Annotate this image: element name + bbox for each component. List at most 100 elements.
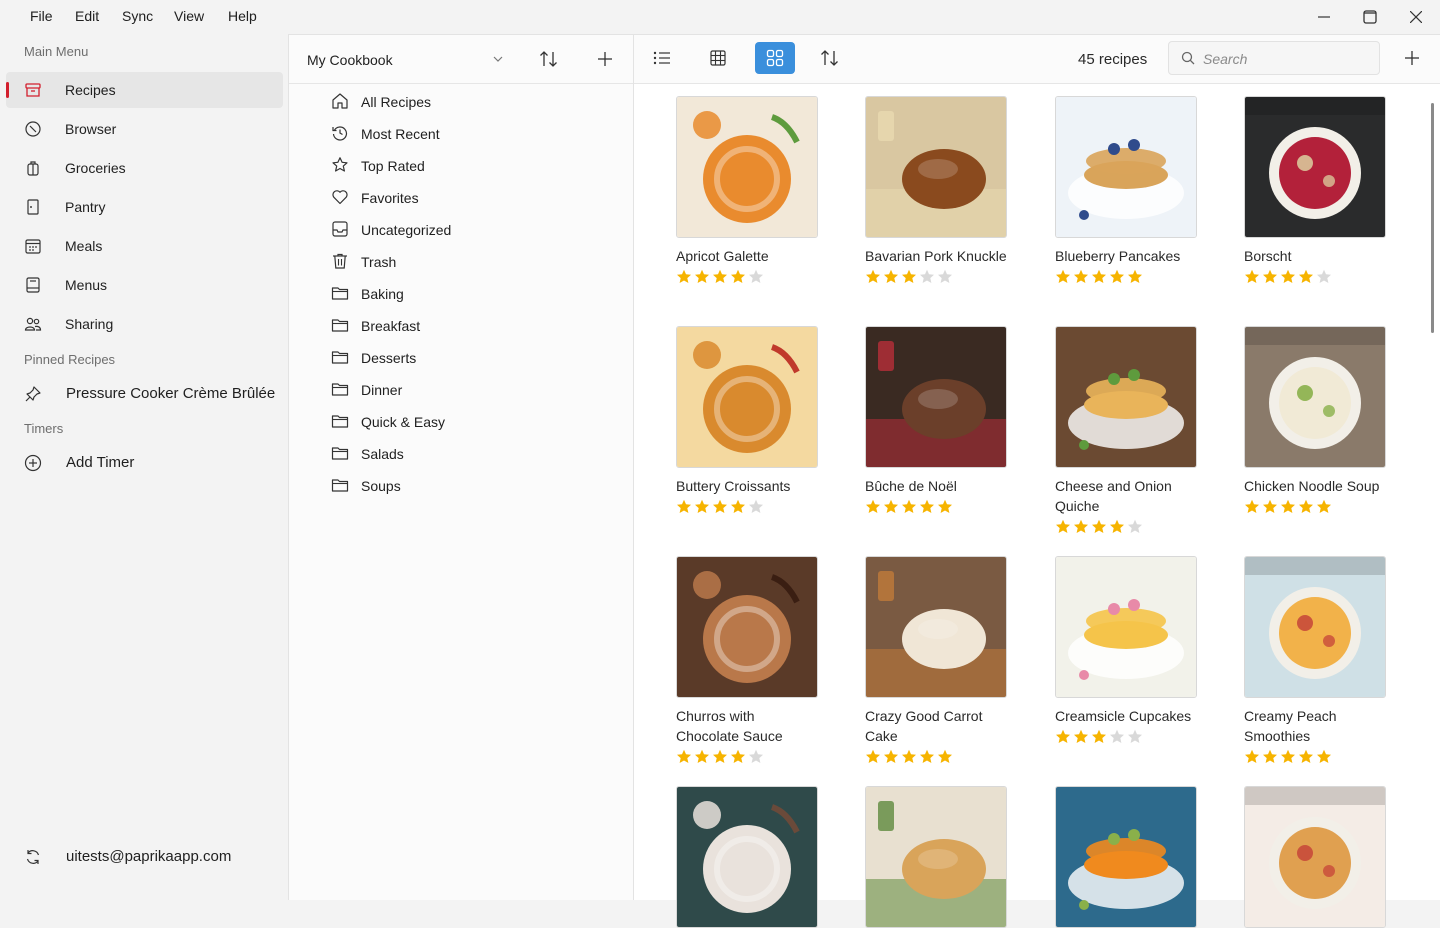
cookbook-panel: My Cookbook All Recipes Most Recent Top Ra… — [288, 34, 634, 900]
search-input[interactable] — [1201, 48, 1375, 70]
category-item-salads[interactable]: Salads — [319, 438, 619, 468]
grid-view-button[interactable] — [755, 42, 795, 74]
add-timer-button[interactable]: Add Timer — [6, 445, 283, 481]
recipe-card[interactable] — [865, 786, 1007, 928]
star-empty-icon — [1128, 729, 1142, 743]
star-filled-icon — [1092, 519, 1106, 533]
category-item-soups[interactable]: Soups — [319, 470, 619, 500]
recipe-card[interactable]: Chicken Noodle Soup — [1244, 326, 1386, 515]
category-item-baking[interactable]: Baking — [319, 278, 619, 308]
star-filled-icon — [1317, 499, 1331, 513]
sidebar-item-pantry[interactable]: Pantry — [6, 189, 283, 225]
recipe-card[interactable]: Cheese and Onion Quiche — [1055, 326, 1197, 535]
sidebar-item-label: Menus — [65, 277, 108, 293]
recipe-card[interactable]: Churros with Chocolate Sauce — [676, 556, 818, 765]
sidebar-item-label: Meals — [65, 238, 103, 254]
close-button[interactable] — [1393, 0, 1439, 34]
recipe-card[interactable]: Creamsicle Cupcakes — [1055, 556, 1197, 745]
category-item-quick-easy[interactable]: Quick & Easy — [319, 406, 619, 436]
recipe-rating — [676, 749, 818, 765]
compass-icon — [25, 121, 41, 137]
category-item-favorites[interactable]: Favorites — [319, 182, 619, 212]
category-label: Most Recent — [361, 126, 440, 142]
star-empty-icon — [749, 749, 763, 763]
recipe-card[interactable]: Crazy Good Carrot Cake — [865, 556, 1007, 765]
recipe-card[interactable]: Bavarian Pork Knuckle — [865, 96, 1007, 285]
recipe-count: 45 recipes — [1078, 51, 1148, 68]
sidebar-item-groceries[interactable]: Groceries — [6, 150, 283, 186]
add-category-button[interactable] — [589, 43, 621, 75]
recipe-toolbar: 45 recipes — [634, 35, 1440, 84]
recipe-title: Blueberry Pancakes — [1055, 248, 1181, 264]
add-recipe-button[interactable] — [1392, 42, 1432, 74]
recipe-card[interactable]: Buttery Croissants — [676, 326, 818, 515]
menu-help[interactable]: Help — [228, 8, 257, 24]
sidebar-item-menus[interactable]: Menus — [6, 267, 283, 303]
recipe-rating — [676, 499, 818, 515]
recipe-rating — [1244, 749, 1386, 765]
sidebar-item-meals[interactable]: Meals — [6, 228, 283, 264]
minimize-icon — [1318, 16, 1330, 18]
recipe-photo-art — [1245, 327, 1385, 467]
category-item-most-recent[interactable]: Most Recent — [319, 118, 619, 148]
star-filled-icon — [731, 269, 745, 283]
menu-edit[interactable]: Edit — [75, 8, 99, 24]
pin-icon — [25, 386, 41, 402]
star-filled-icon — [938, 499, 952, 513]
recipe-photo — [865, 96, 1007, 238]
recipe-card[interactable]: Apricot Galette — [676, 96, 818, 285]
star-filled-icon — [677, 499, 691, 513]
pinned-recipe-item[interactable]: Pressure Cooker Crème Brûlée — [6, 376, 283, 412]
recipe-card[interactable] — [1244, 786, 1386, 928]
recipe-photo — [676, 326, 818, 468]
star-filled-icon — [1074, 269, 1088, 283]
category-label: Trash — [361, 254, 397, 270]
sidebar-item-sharing[interactable]: Sharing — [6, 306, 283, 342]
star-filled-icon — [902, 269, 916, 283]
star-filled-icon — [1092, 729, 1106, 743]
sort-categories-button[interactable] — [533, 43, 565, 75]
menu-sync[interactable]: Sync — [122, 8, 153, 24]
recipe-card[interactable] — [676, 786, 818, 928]
recipe-rating — [1244, 269, 1386, 285]
scrollbar[interactable] — [1431, 103, 1434, 333]
recipe-card[interactable]: Bûche de Noël — [865, 326, 1007, 515]
star-filled-icon — [1110, 519, 1124, 533]
recipe-title: Creamsicle Cupcakes — [1055, 708, 1192, 724]
minimize-button[interactable] — [1301, 0, 1347, 34]
star-filled-icon — [1056, 729, 1070, 743]
recipe-card[interactable] — [1055, 786, 1197, 928]
recipe-title: Buttery Croissants — [676, 478, 791, 494]
star-filled-icon — [866, 499, 880, 513]
list-view-button[interactable] — [642, 42, 682, 74]
category-item-all-recipes[interactable]: All Recipes — [319, 86, 619, 116]
category-item-dinner[interactable]: Dinner — [319, 374, 619, 404]
category-item-trash[interactable]: Trash — [319, 246, 619, 276]
category-item-desserts[interactable]: Desserts — [319, 342, 619, 372]
menu-view[interactable]: View — [174, 8, 204, 24]
account-sync-item[interactable]: uitests@paprikaapp.com — [6, 839, 283, 875]
recipe-card[interactable]: Blueberry Pancakes — [1055, 96, 1197, 285]
category-item-top-rated[interactable]: Top Rated — [319, 150, 619, 180]
sort-recipes-button[interactable] — [810, 42, 850, 74]
sidebar-item-browser[interactable]: Browser — [6, 111, 283, 147]
star-filled-icon — [902, 499, 916, 513]
folder-icon — [331, 383, 349, 396]
recipe-photo — [1055, 556, 1197, 698]
sidebar-item-label: Recipes — [65, 82, 116, 98]
search-box[interactable] — [1168, 41, 1380, 75]
recipe-card[interactable]: Creamy Peach Smoothies — [1244, 556, 1386, 765]
menu-file[interactable]: File — [30, 8, 53, 24]
star-empty-icon — [920, 269, 934, 283]
cookbook-select[interactable]: My Cookbook — [297, 41, 509, 77]
sidebar-item-recipes[interactable]: Recipes — [6, 72, 283, 108]
recipe-card[interactable]: Borscht — [1244, 96, 1386, 285]
star-filled-icon — [1245, 269, 1259, 283]
category-item-breakfast[interactable]: Breakfast — [319, 310, 619, 340]
category-item-uncategorized[interactable]: Uncategorized — [319, 214, 619, 244]
maximize-button[interactable] — [1347, 0, 1393, 34]
sidebar-item-label: Pantry — [65, 199, 106, 215]
recipe-photo-art — [1245, 557, 1385, 697]
table-view-button[interactable] — [698, 42, 738, 74]
recipe-rating — [865, 749, 1007, 765]
